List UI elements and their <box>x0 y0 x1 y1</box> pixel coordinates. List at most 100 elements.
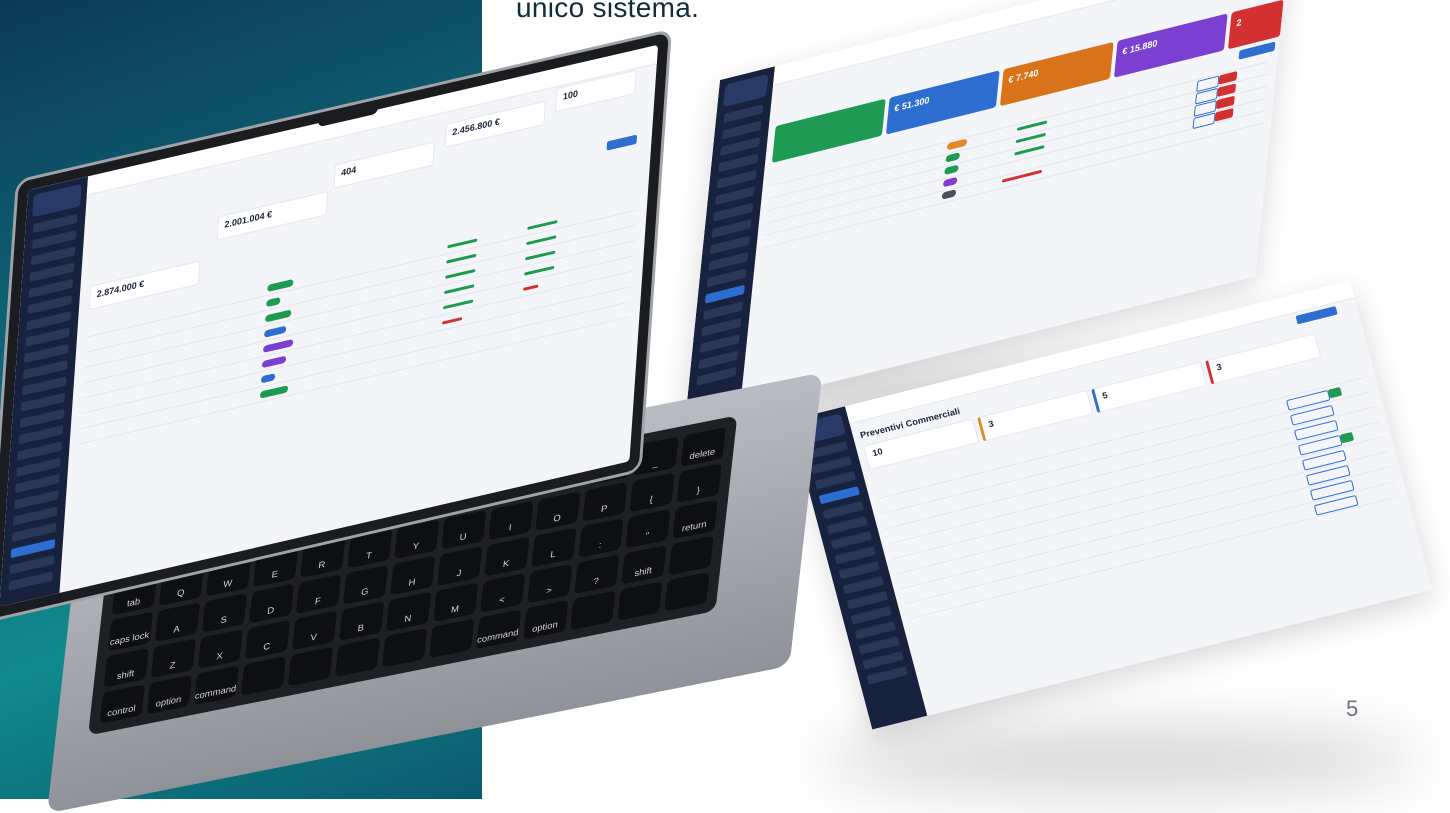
keyboard-key: caps lock <box>107 611 154 652</box>
status-badge <box>260 373 276 384</box>
keyboard-key: > <box>527 563 573 604</box>
keyboard-key: } <box>676 463 722 503</box>
sidebar-item[interactable] <box>713 202 754 222</box>
kpi-card: 3 <box>976 389 1094 442</box>
sidebar-item[interactable] <box>866 666 908 685</box>
keyboard-key: H <box>390 555 436 596</box>
status-badge <box>266 296 281 308</box>
approve-button[interactable] <box>1327 386 1343 399</box>
page-number: 5 <box>1346 696 1359 721</box>
keyboard-key <box>381 628 428 668</box>
sidebar <box>0 176 89 607</box>
keyboard-key <box>668 535 714 576</box>
kpi-card-orange: € 7.740 <box>999 41 1114 107</box>
keyboard-key <box>570 590 616 631</box>
keyboard-key: { <box>629 472 675 513</box>
sidebar-item[interactable] <box>701 317 742 337</box>
sidebar-item-active[interactable] <box>818 486 860 505</box>
keyboard-key: shift <box>103 647 149 688</box>
sidebar-item[interactable] <box>721 120 762 140</box>
keyboard-key: option <box>523 599 569 640</box>
keyboard-key <box>287 646 334 687</box>
keyboard-key <box>334 637 381 677</box>
sidebar-item[interactable] <box>810 456 852 475</box>
keyboard-key <box>240 656 287 696</box>
keyboard-key: K <box>484 536 530 577</box>
kpi-card: 2.001.004 € <box>216 190 329 241</box>
kpi-card-green <box>771 98 886 164</box>
keyboard-key: V <box>291 610 338 651</box>
sidebar-item[interactable] <box>699 334 740 354</box>
sidebar-item[interactable] <box>698 350 739 370</box>
sidebar-item[interactable] <box>842 576 884 595</box>
sidebar-item[interactable] <box>716 169 757 189</box>
sidebar-item[interactable] <box>814 471 856 490</box>
kpi-card: 2.874.000 € <box>88 260 201 311</box>
sidebar-item[interactable] <box>834 546 876 565</box>
sidebar-item[interactable] <box>830 531 872 550</box>
sidebar-item[interactable] <box>822 501 864 520</box>
keyboard-key: O <box>535 491 581 531</box>
kpi-card: 3 <box>1204 333 1322 385</box>
keyboard-key: M <box>433 582 479 623</box>
keyboard-key <box>664 571 710 612</box>
kpi-card-purple: € 15.880 <box>1113 13 1228 78</box>
sidebar-item[interactable] <box>8 571 54 591</box>
sidebar-item[interactable] <box>854 621 896 640</box>
kpi-card: 404 <box>333 141 435 189</box>
sidebar-item[interactable] <box>720 137 760 156</box>
progress-bar <box>523 284 539 291</box>
sidebar-item[interactable] <box>858 636 900 655</box>
screen-shadow <box>820 730 1420 790</box>
keyboard-key: C <box>244 619 291 660</box>
keyboard-key: L <box>531 527 577 568</box>
sidebar-item[interactable] <box>709 235 750 255</box>
sidebar-item[interactable] <box>723 104 764 124</box>
app-logo <box>32 183 82 218</box>
approve-button[interactable] <box>1339 431 1355 444</box>
keyboard-key: delete <box>680 427 726 467</box>
keyboard-key: A <box>154 602 201 643</box>
keyboard-key: B <box>338 601 385 641</box>
kpi-card: 5 <box>1090 361 1208 414</box>
table-row <box>904 481 1396 605</box>
keyboard-key <box>428 618 475 659</box>
keyboard-key: F <box>295 574 342 614</box>
sidebar-item[interactable] <box>703 301 744 321</box>
keyboard-key: shift <box>621 545 667 585</box>
keyboard-key: return <box>672 499 718 540</box>
add-button[interactable] <box>606 134 638 151</box>
keyboard-key: G <box>342 564 389 605</box>
sidebar-item[interactable] <box>718 153 759 173</box>
app-logo <box>723 73 769 108</box>
table-row <box>900 466 1392 590</box>
table-row <box>766 85 1268 212</box>
sidebar-item[interactable] <box>838 561 880 580</box>
keyboard-key: < <box>480 573 526 613</box>
keyboard-key: N <box>385 591 432 632</box>
kpi-card-blue: € 51.300 <box>885 70 1000 135</box>
sidebar-item[interactable] <box>826 516 868 535</box>
keyboard-key: control <box>99 684 145 724</box>
keyboard-key: : <box>578 518 624 558</box>
sidebar-item-active[interactable] <box>704 284 745 304</box>
keyboard-key: command <box>193 665 240 706</box>
sidebar-item[interactable] <box>711 219 752 239</box>
sidebar-item[interactable] <box>706 268 747 288</box>
keyboard-key: J <box>437 546 483 586</box>
sidebar-item[interactable] <box>708 251 749 271</box>
sidebar-item[interactable] <box>696 366 737 386</box>
keyboard-key <box>617 581 663 621</box>
sidebar-item[interactable] <box>846 591 888 610</box>
keyboard-key: I <box>488 500 534 541</box>
keyboard-key: D <box>248 583 295 624</box>
table-row <box>896 451 1388 575</box>
progress-bar <box>442 316 463 325</box>
keyboard-key: " <box>625 508 671 549</box>
sidebar-item[interactable] <box>850 606 892 625</box>
headline: unico sistema. <box>516 0 700 23</box>
keyboard-key: option <box>146 674 192 715</box>
sidebar-item[interactable] <box>714 186 755 206</box>
sidebar <box>685 66 775 419</box>
sidebar-item[interactable] <box>862 651 904 670</box>
